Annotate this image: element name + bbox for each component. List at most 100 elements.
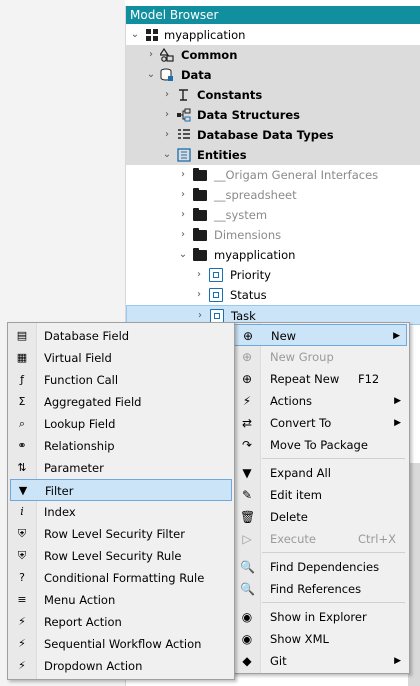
add-group-icon: ⊕ bbox=[241, 350, 253, 364]
submenu-item-parameter[interactable]: ⇅ Parameter bbox=[10, 457, 232, 479]
menu-item-label: Parameter bbox=[44, 461, 104, 475]
tree-item-label: myapplication bbox=[214, 248, 296, 262]
tree-item-folder[interactable]: ⌄ myapplication bbox=[126, 245, 420, 265]
index-icon: i bbox=[20, 505, 24, 518]
chevron-right-icon[interactable]: › bbox=[162, 125, 172, 145]
menu-item-label: Actions bbox=[270, 394, 313, 408]
menu-item-label: Lookup Field bbox=[44, 417, 116, 431]
menu-item-label: Sequential Workflow Action bbox=[44, 637, 202, 651]
chevron-down-icon[interactable]: ⌄ bbox=[146, 65, 156, 85]
constant-icon bbox=[177, 88, 191, 102]
menu-item-label: Virtual Field bbox=[44, 351, 112, 365]
menu-item-new-group[interactable]: ⊕ New Group bbox=[234, 346, 407, 368]
lookup-field-icon: ⌕ bbox=[18, 417, 26, 430]
submenu-item-conditional-formatting-rule[interactable]: ? Conditional Formatting Rule bbox=[10, 567, 232, 589]
submenu-item-aggregated-field[interactable]: Σ Aggregated Field bbox=[10, 391, 232, 413]
menu-item-move-to-package[interactable]: ↷ Move To Package bbox=[234, 434, 407, 456]
menu-item-convert-to[interactable]: ⇄ Convert To ▶ bbox=[234, 412, 407, 434]
chevron-right-icon[interactable]: › bbox=[194, 265, 204, 285]
submenu-item-sequential-workflow-action[interactable]: ⚡ Sequential Workflow Action bbox=[10, 633, 232, 655]
submenu-item-report-action[interactable]: ⚡ Report Action bbox=[10, 611, 232, 633]
find-references-icon: 🔍 bbox=[240, 582, 255, 596]
menu-separator bbox=[262, 552, 405, 553]
submenu-item-menu-action[interactable]: ≡ Menu Action bbox=[10, 589, 232, 611]
function-icon: ƒ bbox=[20, 373, 24, 386]
submenu-item-row-level-security-filter[interactable]: ⛨ Row Level Security Filter bbox=[10, 523, 232, 545]
tree-item-folder[interactable]: › __spreadsheet bbox=[126, 185, 420, 205]
submenu-item-dropdown-action[interactable]: ⚡ Dropdown Action bbox=[10, 655, 232, 677]
menu-item-show-in-explorer[interactable]: ◉ Show in Explorer bbox=[234, 606, 407, 628]
menu-item-edit-item[interactable]: ✎ Edit item bbox=[234, 484, 407, 506]
menu-item-repeat-new[interactable]: ⊕ Repeat New F12 bbox=[234, 368, 407, 390]
chevron-right-icon[interactable]: › bbox=[178, 205, 188, 225]
chevron-right-icon[interactable]: › bbox=[178, 165, 188, 185]
menu-item-label: Expand All bbox=[270, 466, 331, 480]
repeat-add-icon: ⊕ bbox=[241, 372, 253, 386]
submenu-item-virtual-field[interactable]: ▦ Virtual Field bbox=[10, 347, 232, 369]
tree-item-database-data-types[interactable]: › Database Data Types bbox=[126, 125, 420, 145]
menu-item-label: Row Level Security Rule bbox=[44, 549, 182, 563]
tree-item-constants[interactable]: › Constants bbox=[126, 85, 420, 105]
menu-item-label: Edit item bbox=[270, 488, 322, 502]
folder-icon bbox=[193, 188, 207, 201]
menu-item-label: Row Level Security Filter bbox=[44, 527, 185, 541]
submenu-arrow-icon: ▶ bbox=[394, 396, 401, 406]
move-icon: ↷ bbox=[241, 438, 253, 452]
menu-item-label: Relationship bbox=[44, 439, 115, 453]
chevron-down-icon[interactable]: ⌄ bbox=[130, 25, 140, 45]
new-submenu: ▤ Database Field ▦ Virtual Field ƒ Funct… bbox=[7, 322, 235, 680]
shield-rule-icon: ⛨ bbox=[17, 549, 27, 562]
chevron-down-icon[interactable]: ⌄ bbox=[162, 145, 172, 165]
menu-item-find-references[interactable]: 🔍 Find References bbox=[234, 578, 407, 600]
chevron-right-icon[interactable]: › bbox=[178, 225, 188, 245]
tree-item-data[interactable]: ⌄ Data bbox=[126, 65, 420, 85]
chevron-right-icon[interactable]: › bbox=[194, 285, 204, 305]
submenu-item-index[interactable]: i Index bbox=[10, 501, 232, 523]
chevron-right-icon[interactable]: › bbox=[146, 45, 156, 65]
menu-item-label: Aggregated Field bbox=[44, 395, 142, 409]
chevron-right-icon[interactable]: › bbox=[178, 185, 188, 205]
tree-item-entity[interactable]: › Priority bbox=[126, 265, 420, 285]
menu-item-expand-all[interactable]: ▼ Expand All bbox=[234, 462, 407, 484]
shortcut-label: F12 bbox=[358, 372, 380, 386]
menu-item-actions[interactable]: ⚡ Actions ▶ bbox=[234, 390, 407, 412]
submenu-item-function-call[interactable]: ƒ Function Call bbox=[10, 369, 232, 391]
tree-item-data-structures[interactable]: › Data Structures bbox=[126, 105, 420, 125]
shortcut-label: Ctrl+X bbox=[358, 532, 396, 546]
tree-item-entity[interactable]: › Status bbox=[126, 285, 420, 305]
submenu-item-relationship[interactable]: ⚭ Relationship bbox=[10, 435, 232, 457]
menu-item-find-dependencies[interactable]: 🔍 Find Dependencies bbox=[234, 556, 407, 578]
submenu-item-filter[interactable]: ▼ Filter bbox=[10, 479, 232, 501]
database-field-icon: ▤ bbox=[16, 329, 28, 342]
play-icon: ▷ bbox=[242, 532, 252, 546]
chevron-right-icon[interactable]: › bbox=[162, 85, 172, 105]
menu-action-icon: ≡ bbox=[17, 593, 27, 606]
tree-item-root[interactable]: ⌄ myapplication bbox=[126, 25, 420, 45]
tree-item-label: Constants bbox=[197, 88, 263, 102]
menu-item-label: Show XML bbox=[270, 632, 329, 646]
tree-item-folder[interactable]: › __Origam General Interfaces bbox=[126, 165, 420, 185]
submenu-item-row-level-security-rule[interactable]: ⛨ Row Level Security Rule bbox=[10, 545, 232, 567]
submenu-item-database-field[interactable]: ▤ Database Field bbox=[10, 325, 232, 347]
chevron-right-icon[interactable]: › bbox=[162, 105, 172, 125]
add-icon: ⊕ bbox=[242, 329, 254, 343]
menu-item-show-xml[interactable]: ◉ Show XML bbox=[234, 628, 407, 650]
menu-item-new[interactable]: ⊕ New ▶ bbox=[234, 324, 407, 346]
menu-item-execute[interactable]: ▷ Execute Ctrl+X bbox=[234, 528, 407, 550]
menu-item-git[interactable]: ◆ Git ▶ bbox=[234, 650, 407, 672]
tree-item-folder[interactable]: › __system bbox=[126, 205, 420, 225]
tree-item-folder[interactable]: › Dimensions bbox=[126, 225, 420, 245]
panel-title: Model Browser bbox=[126, 6, 420, 24]
aggregated-field-icon: Σ bbox=[18, 395, 26, 408]
tree-item-entities[interactable]: ⌄ Entities bbox=[126, 145, 420, 165]
workflow-action-icon: ⚡ bbox=[18, 637, 26, 650]
tree-item-label: Data Structures bbox=[197, 108, 301, 122]
menu-item-delete[interactable]: 🗑 Delete bbox=[234, 506, 407, 528]
menu-item-label: Delete bbox=[270, 510, 308, 524]
menu-item-label: Dropdown Action bbox=[44, 659, 143, 673]
tree-item-label: Priority bbox=[230, 268, 271, 282]
tree-item-common[interactable]: › Common bbox=[126, 45, 420, 65]
submenu-item-lookup-field[interactable]: ⌕ Lookup Field bbox=[10, 413, 232, 435]
chevron-down-icon[interactable]: ⌄ bbox=[178, 245, 188, 265]
virtual-field-icon: ▦ bbox=[16, 351, 28, 364]
